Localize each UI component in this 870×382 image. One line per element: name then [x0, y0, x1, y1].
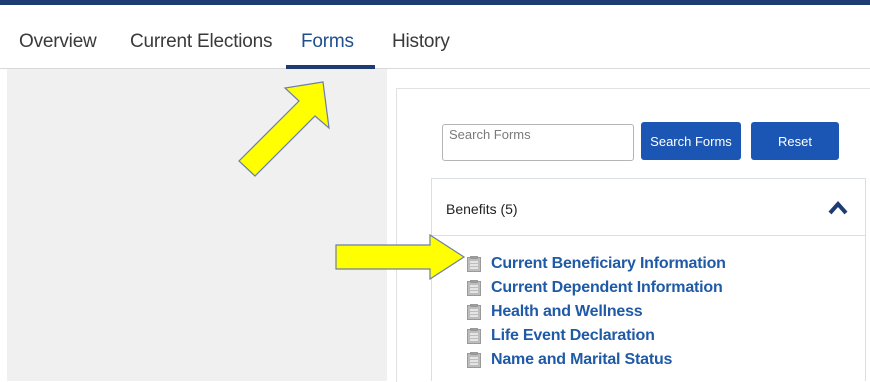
document-icon [467, 352, 481, 368]
form-link[interactable]: Current Beneficiary Information [491, 255, 726, 273]
form-link[interactable]: Health and Wellness [491, 303, 643, 321]
form-item-current-beneficiary-information[interactable]: Current Beneficiary Information [467, 252, 726, 276]
form-link[interactable]: Name and Marital Status [491, 351, 672, 369]
form-link[interactable]: Current Dependent Information [491, 279, 723, 297]
search-forms-button[interactable]: Search Forms [641, 122, 741, 160]
form-link[interactable]: Life Event Declaration [491, 327, 655, 345]
tab-history[interactable]: History [392, 31, 450, 53]
form-item-name-and-marital-status[interactable]: Name and Marital Status [467, 348, 726, 372]
document-icon [467, 328, 481, 344]
document-icon [467, 304, 481, 320]
tab-overview[interactable]: Overview [19, 31, 97, 53]
search-forms-input[interactable] [442, 124, 634, 161]
benefits-panel-header[interactable]: Benefits (5) [432, 179, 865, 236]
form-item-life-event-declaration[interactable]: Life Event Declaration [467, 324, 726, 348]
form-item-health-and-wellness[interactable]: Health and Wellness [467, 300, 726, 324]
benefits-panel-title: Benefits (5) [446, 201, 518, 217]
tab-current-elections[interactable]: Current Elections [130, 31, 273, 53]
yellow-arrow-icon [238, 81, 330, 177]
benefits-form-list: Current Beneficiary Information Current … [467, 252, 726, 372]
tab-bar: Overview Current Elections Forms History [0, 5, 870, 69]
yellow-arrow-icon [335, 233, 466, 281]
reset-button[interactable]: Reset [751, 122, 839, 160]
tab-forms[interactable]: Forms [301, 31, 354, 53]
form-item-current-dependent-information[interactable]: Current Dependent Information [467, 276, 726, 300]
chevron-up-icon[interactable] [828, 200, 848, 216]
